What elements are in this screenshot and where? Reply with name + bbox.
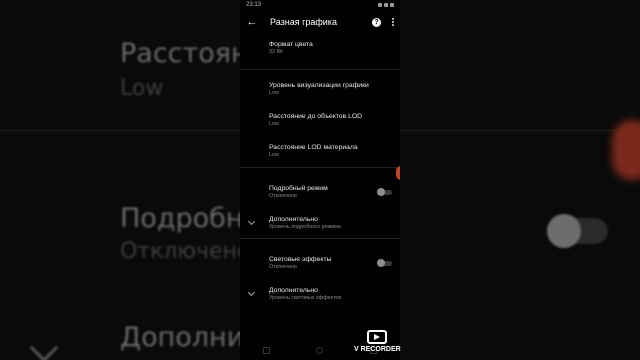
battery-icon xyxy=(390,3,394,7)
setting-color-format[interactable]: Формат цвета 32 Bit xyxy=(269,40,394,56)
page-title: Разная графика xyxy=(270,17,337,27)
setting-summary: Уровень световых эффектов xyxy=(269,295,342,301)
signal-icon xyxy=(384,3,388,7)
status-bar: 23:13 xyxy=(240,0,400,10)
setting-graphics-level[interactable]: Уровень визуализации графики Low xyxy=(269,81,394,97)
toggle-knob xyxy=(377,259,385,267)
background-edge-handle xyxy=(612,120,640,180)
setting-title: Дополнительно xyxy=(269,216,318,223)
toggle-knob xyxy=(377,188,385,196)
setting-summary: Low xyxy=(269,121,279,127)
background-toggle-knob xyxy=(547,214,581,248)
chevron-down-icon[interactable] xyxy=(247,217,256,226)
setting-light-effects[interactable]: Световые эффекты Отключено xyxy=(269,255,370,271)
detailed-mode-toggle[interactable] xyxy=(377,188,392,196)
setting-title: Формат цвета xyxy=(269,41,313,48)
chevron-down-icon[interactable] xyxy=(247,288,256,297)
setting-detailed-mode[interactable]: Подробный режим Отключено xyxy=(269,184,370,200)
setting-summary: Low xyxy=(269,90,279,96)
setting-light-effects-advanced[interactable]: Дополнительно Уровень световых эффектов xyxy=(269,286,394,302)
wifi-icon xyxy=(378,3,382,7)
recorder-label: V RECORDER xyxy=(354,346,401,353)
status-time: 23:13 xyxy=(246,2,262,8)
help-circle-icon[interactable]: ? xyxy=(372,17,381,27)
status-icons xyxy=(378,3,394,7)
app-bar: ← Разная графика ? xyxy=(240,10,400,34)
more-vert-icon[interactable] xyxy=(390,18,396,26)
setting-title: Уровень визуализации графики xyxy=(269,82,369,89)
setting-lod-material-distance[interactable]: Расстояние LOD материала Low xyxy=(269,143,394,159)
setting-summary: Отключено xyxy=(269,264,297,270)
home-icon[interactable] xyxy=(316,346,324,354)
setting-title: Расстояние до объектов LOD xyxy=(269,113,363,120)
divider xyxy=(240,69,400,70)
setting-summary: Low xyxy=(269,152,279,158)
setting-summary: 32 Bit xyxy=(269,49,283,55)
background-subtitle-1: Low xyxy=(120,76,164,101)
setting-summary: Уровень подробного режима xyxy=(269,224,341,230)
background-chevron-icon xyxy=(29,333,59,360)
setting-title: Дополнительно xyxy=(269,287,318,294)
phone-screen: 23:13 ← Разная графика ? Формат цвета 32… xyxy=(240,0,400,360)
setting-title: Подробный режим xyxy=(269,185,328,192)
setting-summary: Отключено xyxy=(269,193,297,199)
divider xyxy=(240,167,400,168)
setting-detailed-mode-advanced[interactable]: Дополнительно Уровень подробного режима xyxy=(269,215,394,231)
arrow-left-icon[interactable]: ← xyxy=(244,14,260,30)
divider xyxy=(240,238,400,239)
recents-icon[interactable] xyxy=(263,346,271,354)
background-subtitle-2: Отключено xyxy=(120,239,251,264)
setting-title: Расстояние LOD материала xyxy=(269,144,358,151)
setting-title: Световые эффекты xyxy=(269,256,332,263)
recorder-watermark: V RECORDER xyxy=(354,330,401,353)
light-effects-toggle[interactable] xyxy=(377,259,392,267)
edge-panel-handle[interactable] xyxy=(396,166,400,180)
video-play-icon xyxy=(367,330,387,344)
setting-lod-object-distance[interactable]: Расстояние до объектов LOD Low xyxy=(269,112,394,128)
